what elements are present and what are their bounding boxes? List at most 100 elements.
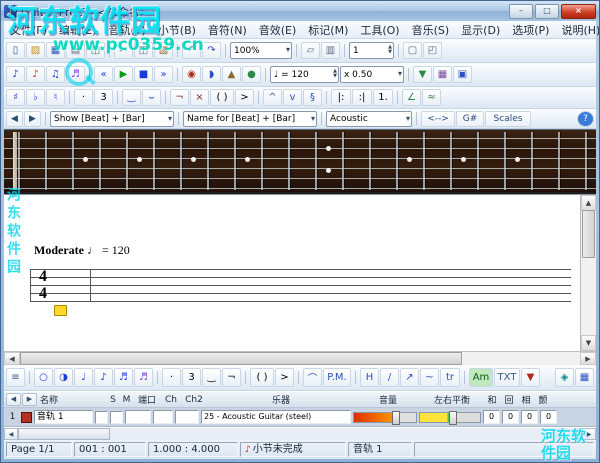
last-measure-icon[interactable]: » — [154, 66, 173, 83]
ending-icon[interactable]: 1. — [373, 89, 393, 106]
vertical-scroll-thumb[interactable] — [582, 210, 595, 258]
dotted-note-icon[interactable]: · — [74, 89, 93, 106]
hammer-on-icon[interactable]: H — [360, 368, 379, 387]
menu-help[interactable]: 说明(H) — [555, 21, 600, 39]
vibrato-icon[interactable]: ~ — [420, 368, 439, 387]
rse-icon[interactable]: ◉ — [182, 66, 201, 83]
track-next-icon[interactable]: ▶ — [22, 393, 37, 406]
transpose-button[interactable]: <--> — [421, 111, 455, 127]
fretboard[interactable] — [4, 129, 596, 194]
track-number[interactable]: 1 — [6, 412, 19, 422]
accidental-flat-icon[interactable]: ♭ — [26, 89, 45, 106]
page-layout-icon[interactable]: ▱ — [301, 42, 320, 59]
track-scroll-left-icon[interactable]: ◀ — [4, 428, 18, 440]
instrument-select[interactable]: 25 - Acoustic Guitar (steel) — [201, 410, 351, 424]
repeat-close-icon[interactable]: :| — [352, 89, 372, 106]
cut-icon[interactable]: ✂ — [114, 42, 133, 59]
scales-button[interactable]: Scales — [485, 111, 531, 127]
tuplet-icon[interactable]: 3 — [94, 89, 113, 106]
prev-beat-icon[interactable]: ◀ — [6, 111, 23, 127]
note-input-icon[interactable]: ♪ — [6, 66, 25, 83]
duration-thirtysecond-icon[interactable]: ♬ — [134, 368, 153, 387]
marker-icon[interactable]: ▼ — [521, 368, 540, 387]
duration-whole-icon[interactable]: ○ — [34, 368, 53, 387]
show-beat-select[interactable]: Show [Beat] + [Bar] — [50, 111, 174, 127]
menu-track[interactable]: 音轨(T) — [102, 21, 151, 39]
note-duration-up-icon[interactable]: ♪ — [26, 66, 45, 83]
cursor-mode-icon[interactable]: ≡ — [6, 368, 25, 387]
port-cell[interactable] — [125, 410, 151, 424]
tempo-spinner[interactable]: ♩ = 120 — [270, 66, 339, 83]
key-button[interactable]: G# — [456, 111, 484, 127]
track-scroll-right-icon[interactable]: ▶ — [582, 428, 596, 440]
arpeggio-icon[interactable]: § — [303, 89, 322, 106]
menu-view[interactable]: 显示(D) — [455, 21, 506, 39]
paste-icon[interactable]: ▧ — [154, 42, 173, 59]
natural-icon[interactable]: ♮ — [46, 89, 65, 106]
let-ring-icon[interactable]: ⌒ — [303, 368, 322, 387]
redo-icon[interactable]: ↷ — [202, 42, 221, 59]
trill-icon[interactable]: tr — [440, 368, 460, 387]
palm-mute-icon[interactable]: P.M. — [323, 368, 351, 387]
swap-voices-icon[interactable]: ♬ — [66, 66, 85, 83]
scroll-down-icon[interactable]: ▼ — [581, 335, 596, 351]
copy-icon[interactable]: ◫ — [134, 42, 153, 59]
maximize-button[interactable]: □ — [535, 4, 559, 19]
menu-bar[interactable]: 小节(B) — [152, 21, 202, 39]
solo-checkbox[interactable] — [95, 411, 108, 424]
page-number-spinner[interactable]: 1 — [349, 42, 394, 59]
selection-cursor[interactable] — [54, 305, 67, 316]
first-measure-icon[interactable]: « — [94, 66, 113, 83]
fade-in-icon[interactable]: ∠ — [402, 89, 421, 106]
print-icon[interactable]: ▤ — [66, 42, 85, 59]
next-beat-icon[interactable]: ▶ — [24, 111, 41, 127]
close-button[interactable]: × — [561, 4, 596, 19]
track-list-scrollbar[interactable]: ◀ ▶ — [4, 427, 596, 440]
mix-table-icon[interactable]: ▦ — [433, 66, 452, 83]
marker-list-icon[interactable]: ▼ — [413, 66, 432, 83]
chorus-value[interactable]: 0 — [483, 410, 500, 424]
scroll-up-icon[interactable]: ▲ — [581, 195, 596, 211]
speaker-icon[interactable]: ◗ — [202, 66, 221, 83]
instrument-mode-select[interactable]: Acoustic — [326, 111, 412, 127]
tuner-icon[interactable]: ◈ — [555, 368, 574, 387]
rest-icon[interactable]: ¬ — [170, 89, 189, 106]
tempo-multiplier-select[interactable]: x 0.50 — [340, 66, 404, 83]
menu-file[interactable]: 文件(F) — [4, 21, 53, 39]
mute-checkbox[interactable] — [110, 411, 123, 424]
accent-icon[interactable]: > — [235, 89, 254, 106]
split-view-icon[interactable]: ◰ — [423, 42, 442, 59]
menu-edit[interactable]: 编辑(E) — [53, 21, 103, 39]
instrument-panel-icon[interactable]: ▣ — [453, 66, 472, 83]
volume-slider[interactable] — [353, 412, 417, 423]
phaser-value[interactable]: 0 — [521, 410, 538, 424]
minimize-button[interactable]: – — [509, 4, 533, 19]
repeat-open-icon[interactable]: |: — [331, 89, 351, 106]
tremolo-value[interactable]: 0 — [540, 410, 557, 424]
downstroke-icon[interactable]: v — [283, 89, 302, 106]
pan-slider[interactable] — [419, 412, 481, 423]
track-prev-icon[interactable]: ◀ — [6, 393, 21, 406]
tie-icon[interactable]: ‿ — [202, 368, 221, 387]
slur-icon[interactable]: ⌣ — [142, 89, 161, 106]
menu-options[interactable]: 选项(P) — [506, 21, 555, 39]
chord-diagram-icon[interactable]: Am — [469, 368, 493, 387]
upstroke-icon[interactable]: ^ — [263, 89, 282, 106]
tie-icon[interactable]: ‿ — [122, 89, 141, 106]
countdown-icon[interactable]: ● — [242, 66, 261, 83]
duration-quarter-icon[interactable]: ♩ — [74, 368, 93, 387]
keyboard-icon[interactable]: ▦ — [575, 368, 594, 387]
new-file-icon[interactable]: ▯ — [6, 42, 25, 59]
menu-tools[interactable]: 工具(O) — [354, 21, 405, 39]
stop-icon[interactable]: ■ — [134, 66, 153, 83]
play-icon[interactable]: ▶ — [114, 66, 133, 83]
scroll-track[interactable] — [462, 352, 580, 365]
tuplet-icon[interactable]: 3 — [182, 368, 201, 387]
duration-half-icon[interactable]: ◑ — [54, 368, 73, 387]
dead-note-icon[interactable]: × — [190, 89, 209, 106]
horizontal-scroll-thumb[interactable] — [20, 352, 462, 365]
reverb-value[interactable]: 0 — [502, 410, 519, 424]
bend-icon[interactable]: ↗ — [400, 368, 419, 387]
menu-music[interactable]: 音乐(S) — [406, 21, 456, 39]
ghost-note-icon[interactable]: ( ) — [250, 368, 274, 387]
